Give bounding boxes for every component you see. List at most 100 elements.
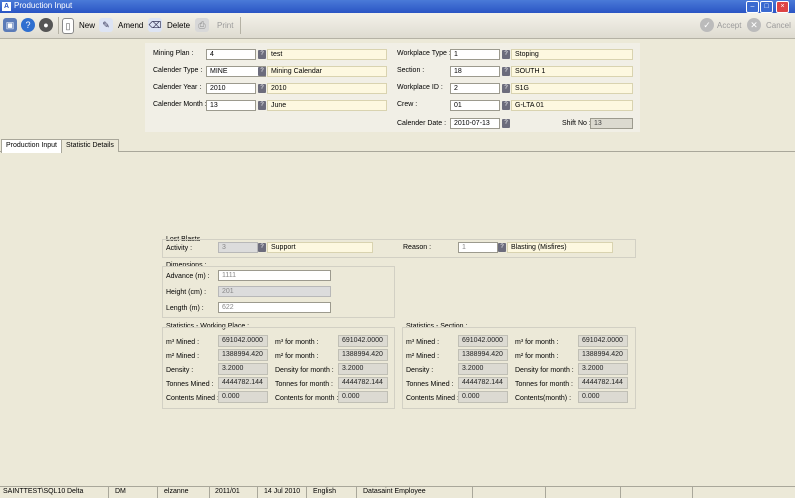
section-lookup-icon[interactable]: ? [502, 67, 510, 76]
height-field[interactable]: 201 [218, 286, 331, 297]
amend-button[interactable]: Amend [118, 21, 143, 30]
calender-month-label: Calender Month : [153, 101, 207, 108]
calender-year-desc: 2010 [267, 83, 387, 94]
window-layout-icon[interactable]: ▣ [3, 18, 17, 32]
calender-date-field[interactable]: 2010-07-13 [450, 118, 500, 129]
calender-type-desc: Mining Calendar [267, 66, 387, 77]
workplace-id-desc: S1G [511, 83, 633, 94]
status-separator [620, 487, 621, 498]
window-title: Production Input [14, 1, 73, 10]
sec-tonnes-month-value: 4444782.144 [578, 377, 628, 389]
wp-m2-mined-value: 1388994.420 [218, 349, 268, 361]
accept-button[interactable]: Accept [717, 21, 741, 30]
wp-contents-month-value: 0.000 [338, 391, 388, 403]
app-icon: A [2, 2, 11, 11]
wp-m3-month-label: m³ for month : [275, 339, 319, 346]
cancel-icon[interactable]: ✕ [747, 18, 761, 32]
status-bar: SAINTTEST\SQL10 Delta DM elzanne 2011/01… [0, 486, 795, 498]
calender-type-lookup-icon[interactable]: ? [258, 67, 266, 76]
minimize-button[interactable]: – [746, 1, 759, 13]
wp-m3-mined-label: m³ Mined : [166, 339, 200, 346]
amend-icon[interactable]: ✎ [99, 18, 113, 32]
status-separator [692, 487, 693, 498]
workplace-type-field[interactable]: 1 [450, 49, 500, 60]
sec-density-label: Density : [406, 367, 434, 374]
status-date: 14 Jul 2010 [264, 488, 301, 495]
wp-m2-month-value: 1388994.420 [338, 349, 388, 361]
new-document-icon[interactable]: ▯ [62, 18, 74, 34]
title-bar: A Production Input – □ × [0, 0, 795, 13]
sec-m2-month-label: m² for month : [515, 353, 559, 360]
tab-production-input[interactable]: Production Input [1, 139, 62, 153]
sec-m3-mined-label: m³ Mined : [406, 339, 440, 346]
calender-type-label: Calender Type : [153, 67, 203, 74]
sec-density-value: 3.2000 [458, 363, 508, 375]
new-button[interactable]: New [79, 21, 95, 30]
maximize-button[interactable]: □ [760, 1, 773, 13]
crew-field[interactable]: 01 [450, 100, 500, 111]
status-separator [209, 487, 210, 498]
delete-button[interactable]: Delete [167, 21, 190, 30]
calender-date-label: Calender Date : [397, 120, 447, 127]
stop-icon[interactable]: ● [39, 18, 53, 32]
sec-density-month-label: Density for month : [515, 367, 574, 374]
status-separator [257, 487, 258, 498]
mining-plan-desc: test [267, 49, 387, 60]
sec-m2-mined-value: 1388994.420 [458, 349, 508, 361]
calender-month-field[interactable]: 13 [206, 100, 256, 111]
calender-year-lookup-icon[interactable]: ? [258, 84, 266, 93]
activity-field[interactable]: 3 [218, 242, 258, 253]
help-icon[interactable]: ? [21, 18, 35, 32]
calender-year-field[interactable]: 2010 [206, 83, 256, 94]
crew-lookup-icon[interactable]: ? [502, 101, 510, 110]
workplace-type-lookup-icon[interactable]: ? [502, 50, 510, 59]
sec-tonnes-value: 4444782.144 [458, 377, 508, 389]
cancel-button[interactable]: Cancel [766, 21, 791, 30]
mining-plan-field[interactable]: 4 [206, 49, 256, 60]
activity-label: Activity : [166, 245, 193, 252]
wp-m3-mined-value: 691042.0000 [218, 335, 268, 347]
accept-icon[interactable]: ✓ [700, 18, 714, 32]
section-field[interactable]: 18 [450, 66, 500, 77]
tab-statistic-details[interactable]: Statistic Details [61, 139, 119, 152]
sec-contents-month-label: Contents(month) : [515, 395, 572, 402]
close-button[interactable]: × [776, 1, 789, 13]
reason-field[interactable]: 1 [458, 242, 498, 253]
status-separator [356, 487, 357, 498]
toolbar-separator [240, 17, 241, 34]
status-module: DM [115, 488, 126, 495]
sec-density-month-value: 3.2000 [578, 363, 628, 375]
activity-lookup-icon[interactable]: ? [258, 243, 266, 252]
toolbar-separator [58, 17, 59, 34]
wp-density-value: 3.2000 [218, 363, 268, 375]
calender-date-picker-icon[interactable]: ? [502, 119, 510, 128]
crew-label: Crew : [397, 101, 418, 108]
sec-m3-mined-value: 691042.0000 [458, 335, 508, 347]
length-field[interactable]: 622 [218, 302, 331, 313]
reason-label: Reason : [403, 244, 432, 251]
sec-contents-value: 0.000 [458, 391, 508, 403]
reason-lookup-icon[interactable]: ? [498, 243, 506, 252]
calender-month-lookup-icon[interactable]: ? [258, 101, 266, 110]
shift-no-field: 13 [590, 118, 633, 129]
tab-strip-line [0, 151, 795, 152]
wp-contents-month-label: Contents for month : [275, 395, 339, 402]
advance-field[interactable]: 1111 [218, 270, 331, 281]
workplace-id-field[interactable]: 2 [450, 83, 500, 94]
workplace-id-lookup-icon[interactable]: ? [502, 84, 510, 93]
print-icon[interactable]: ⎙ [195, 18, 209, 32]
mining-plan-label: Mining Plan : [153, 50, 194, 57]
status-separator [545, 487, 546, 498]
print-button[interactable]: Print [217, 21, 233, 30]
wp-contents-value: 0.000 [218, 391, 268, 403]
status-server: SAINTTEST\SQL10 [3, 488, 66, 495]
mining-plan-lookup-icon[interactable]: ? [258, 50, 266, 59]
wp-tonnes-value: 4444782.144 [218, 377, 268, 389]
status-separator [157, 487, 158, 498]
wp-tonnes-label: Tonnes Mined : [166, 381, 214, 388]
sec-m2-mined-label: m² Mined : [406, 353, 440, 360]
wp-m2-mined-label: m² Mined : [166, 353, 200, 360]
wp-density-month-label: Density for month : [275, 367, 334, 374]
calender-type-field[interactable]: MINE [206, 66, 266, 77]
delete-icon[interactable]: ⌫ [148, 18, 162, 32]
